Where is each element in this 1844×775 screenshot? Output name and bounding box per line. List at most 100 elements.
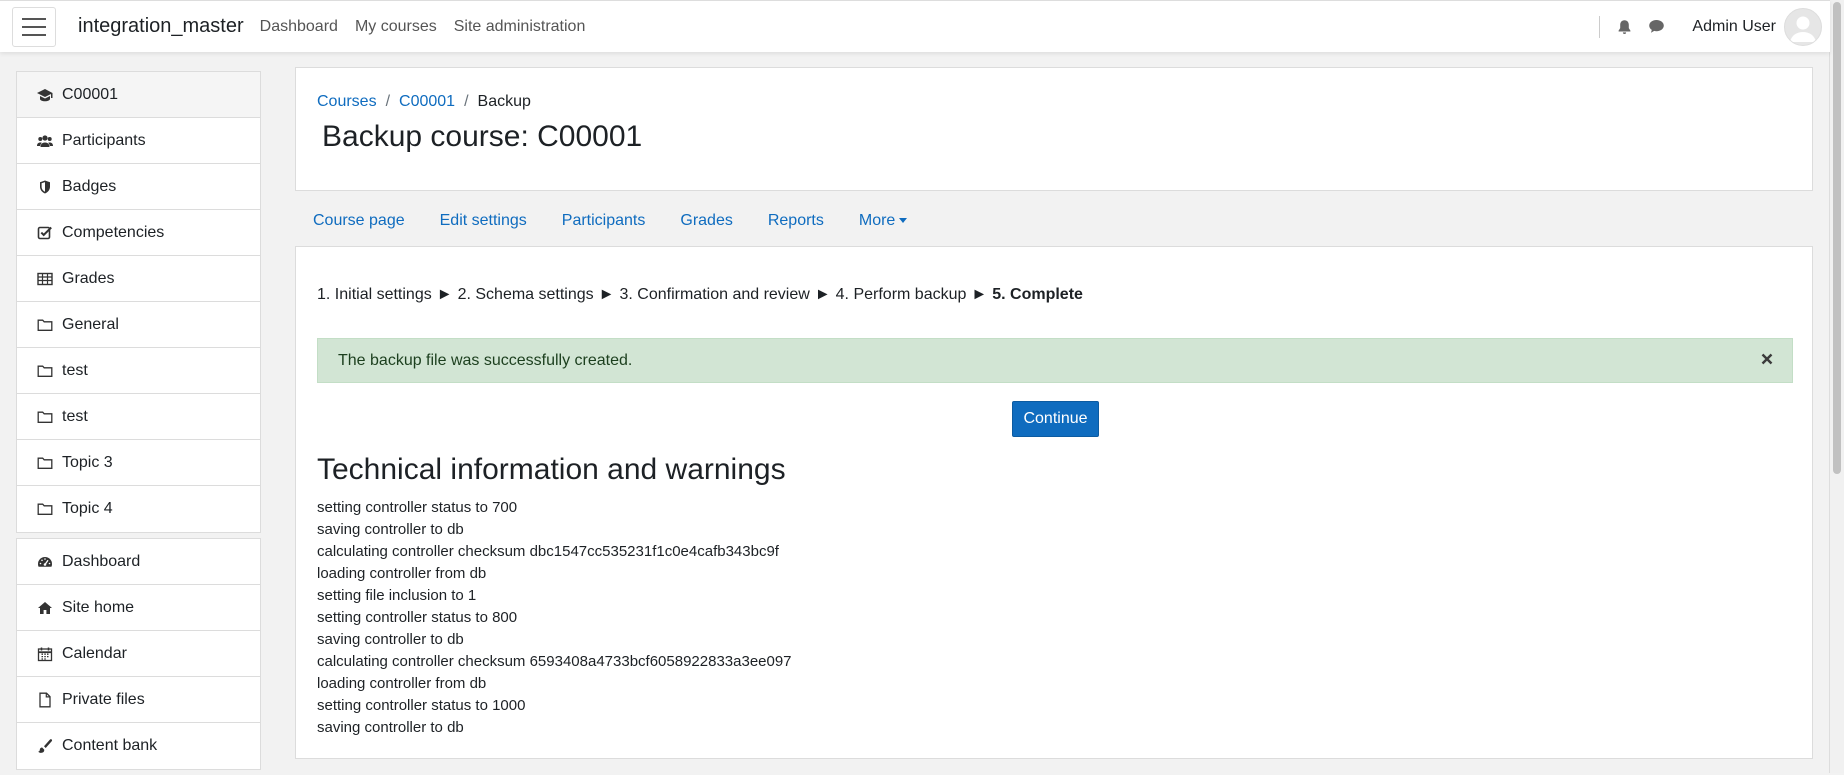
- drawer-item-label: Site home: [62, 598, 135, 616]
- caret-down-icon: [899, 218, 908, 224]
- log-line: setting file inclusion to 1: [317, 587, 477, 604]
- breadcrumb-courses[interactable]: Courses: [317, 93, 377, 111]
- breadcrumb-current: Backup: [477, 93, 531, 110]
- drawer-item-label: Topic 3: [62, 453, 113, 471]
- paintbrush-icon: [38, 739, 53, 753]
- folder-icon: [37, 457, 53, 469]
- nav-link-my-courses[interactable]: My courses: [355, 18, 437, 36]
- calendar-icon: [37, 647, 53, 661]
- user-name[interactable]: Admin User: [1692, 18, 1776, 36]
- bell-icon[interactable]: [1614, 17, 1634, 37]
- log-line: setting controller status to 700: [317, 499, 518, 516]
- technical-log: setting controller status to 700 saving …: [317, 497, 792, 739]
- log-line: loading controller from db: [317, 565, 487, 582]
- drawer-item-label: Calendar: [62, 644, 127, 662]
- drawer-item-label: Participants: [62, 131, 146, 149]
- tab-participants[interactable]: Participants: [562, 212, 646, 230]
- drawer-item-label: Content bank: [62, 737, 158, 754]
- users-icon: [37, 134, 53, 147]
- log-line: saving controller to db: [317, 719, 464, 736]
- breadcrumb: Courses / C00001 / Backup: [317, 93, 531, 111]
- step-arrow: ►: [971, 286, 988, 303]
- drawer-item-general[interactable]: General: [17, 302, 260, 348]
- avatar-icon[interactable]: [1784, 7, 1822, 46]
- technical-info-heading: Technical information and warnings: [317, 453, 786, 486]
- step-schema-settings: 2. Schema settings: [457, 286, 594, 303]
- drawer-item-competencies[interactable]: Competencies: [17, 210, 260, 256]
- tab-reports[interactable]: Reports: [768, 212, 824, 230]
- breadcrumb-course[interactable]: C00001: [399, 93, 455, 111]
- success-alert: The backup file was successfully created…: [317, 338, 1793, 383]
- drawer-item-test[interactable]: test: [17, 348, 260, 394]
- drawer-item-test-2[interactable]: test: [17, 394, 260, 440]
- drawer-item-c00001[interactable]: C00001: [17, 72, 260, 118]
- graduation-cap-icon: [37, 88, 53, 101]
- drawer-item-label: test: [62, 407, 88, 425]
- navbar-divider: [1599, 15, 1601, 38]
- drawer-item-participants[interactable]: Participants: [17, 118, 260, 164]
- drawer-item-content-bank[interactable]: Content bank: [17, 723, 260, 769]
- log-line: setting controller status to 1000: [317, 697, 526, 714]
- shield-icon: [40, 180, 50, 193]
- drawer-item-calendar[interactable]: Calendar: [17, 631, 260, 677]
- drawer-item-grades[interactable]: Grades: [17, 256, 260, 302]
- file-icon: [39, 692, 51, 707]
- drawer-item-label: General: [62, 315, 119, 333]
- close-icon[interactable]: [1760, 352, 1774, 366]
- secondary-nav: Course page Edit settings Participants G…: [295, 212, 924, 230]
- continue-button[interactable]: Continue: [1012, 401, 1099, 437]
- drawer-item-label: Grades: [62, 269, 115, 287]
- page-title: Backup course: C00001: [322, 120, 643, 153]
- course-nav-group: C00001 Participants Badges Competencies …: [16, 71, 261, 533]
- step-arrow: ►: [598, 286, 615, 303]
- folder-icon: [37, 503, 53, 515]
- drawer-item-label: Dashboard: [62, 552, 141, 570]
- log-line: saving controller to db: [317, 521, 464, 538]
- log-line: setting controller status to 800: [317, 609, 518, 626]
- tab-more-label: More: [858, 212, 896, 229]
- folder-icon: [37, 365, 53, 377]
- drawer-item-site-home[interactable]: Site home: [17, 585, 260, 631]
- primary-nav: Dashboard My courses Site administration: [260, 18, 586, 36]
- dashboard-icon: [38, 556, 52, 567]
- tab-grades[interactable]: Grades: [680, 212, 732, 230]
- breadcrumb-separator: /: [464, 93, 469, 110]
- drawer-item-badges[interactable]: Badges: [17, 164, 260, 210]
- folder-icon: [37, 319, 53, 331]
- nav-link-dashboard[interactable]: Dashboard: [260, 18, 338, 36]
- step-initial-settings: 1. Initial settings: [317, 286, 432, 303]
- log-line: saving controller to db: [317, 631, 464, 648]
- tab-course-page[interactable]: Course page: [313, 212, 405, 230]
- breadcrumb-separator: /: [385, 93, 391, 110]
- tab-more[interactable]: More: [858, 212, 908, 230]
- table-icon: [37, 272, 53, 285]
- step-arrow: ►: [814, 286, 831, 303]
- menu-icon[interactable]: [12, 6, 56, 47]
- chat-icon[interactable]: [1646, 17, 1666, 37]
- scrollbar-thumb[interactable]: [1833, 2, 1841, 474]
- tab-edit-settings[interactable]: Edit settings: [440, 212, 527, 230]
- check-square-icon: [37, 226, 52, 239]
- drawer-item-label: test: [62, 361, 88, 379]
- page-scrollbar[interactable]: [1829, 0, 1844, 773]
- page-header: Courses / C00001 / Backup Backup course:…: [295, 67, 1813, 191]
- user-area: Admin User: [1599, 7, 1830, 46]
- main-region: 1. Initial settings ► 2. Schema settings ► 3…: [295, 246, 1813, 759]
- nav-link-site-administration[interactable]: Site administration: [454, 18, 586, 36]
- site-name[interactable]: integration_master: [78, 15, 244, 38]
- drawer-item-topic-4[interactable]: Topic 4: [17, 486, 260, 532]
- log-line: calculating controller checksum 6593408a…: [317, 653, 792, 670]
- step-complete: 5. Complete: [992, 286, 1083, 303]
- drawer-item-label: Badges: [62, 177, 117, 195]
- drawer-item-label: Private files: [62, 690, 145, 708]
- drawer-item-dashboard[interactable]: Dashboard: [17, 539, 260, 585]
- home-icon: [38, 601, 52, 614]
- step-arrow: ►: [436, 286, 453, 303]
- drawer-item-private-files[interactable]: Private files: [17, 677, 260, 723]
- backup-progress: 1. Initial settings ► 2. Schema settings ► 3…: [317, 286, 1083, 304]
- drawer-item-label: Competencies: [62, 223, 165, 241]
- drawer-item-topic-3[interactable]: Topic 3: [17, 440, 260, 486]
- log-line: calculating controller checksum dbc1547c…: [317, 543, 779, 560]
- success-alert-text: The backup file was successfully created…: [338, 351, 633, 369]
- top-navbar: integration_master Dashboard My courses …: [0, 0, 1830, 52]
